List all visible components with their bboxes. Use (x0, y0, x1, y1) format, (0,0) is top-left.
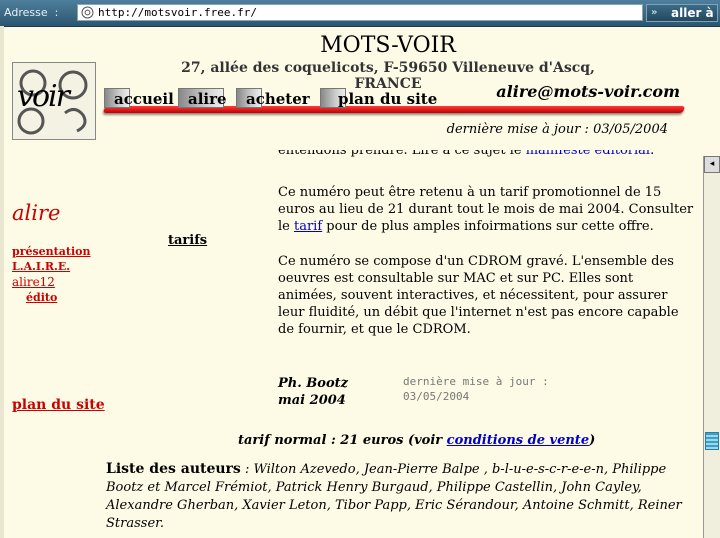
tarif-normal-line: tarif normal : 21 euros (voir conditions… (238, 433, 595, 448)
promo-text-b: pour de plus amples infoirmations sur ce… (322, 219, 654, 234)
vertical-scrollbar[interactable]: ◂ (703, 156, 720, 538)
nav-label: plan du site (338, 90, 438, 108)
page-icon (81, 6, 94, 19)
sidebar-link-alire12[interactable]: alire12 (12, 275, 55, 289)
sidebar-link-edito[interactable]: édito (26, 291, 57, 304)
nav-accueil[interactable]: accueil (104, 88, 174, 108)
scroll-up-arrow-icon[interactable]: ◂ (704, 156, 720, 173)
mots-voir-logo[interactable]: voir (12, 62, 96, 140)
sidebar-link-presentation[interactable]: présentation (12, 245, 90, 258)
nav-alire[interactable]: alire (178, 88, 234, 108)
go-arrow-icon: » (651, 7, 658, 18)
tarif-text-a: tarif normal : 21 euros (voir (238, 433, 447, 448)
clipped-text-end: . (650, 150, 655, 158)
authors-label: Liste des auteurs (106, 461, 241, 477)
clipped-text-line: entendons prendre. Lire à ce sujet le ma… (278, 150, 694, 159)
conditions-de-vente-link[interactable]: conditions de vente (447, 433, 589, 448)
web-page: MOTS-VOIR 27, allée des coquelicots, F-5… (0, 26, 702, 538)
go-button-label: aller à (671, 6, 714, 20)
nav-plan-du-site[interactable]: plan du site (320, 88, 440, 108)
go-button[interactable]: » aller à (646, 4, 718, 22)
nav-label: alire (188, 90, 227, 108)
nav-label: accueil (114, 90, 174, 108)
cdrom-paragraph: Ce numéro se compose d'un CDROM gravé. L… (278, 254, 679, 337)
sidebar-link-laire[interactable]: L.A.I.R.E. (12, 260, 70, 273)
sidebar-title: alire (12, 201, 61, 225)
tarif-link[interactable]: tarif (294, 219, 322, 234)
address-bar: Adresse : http://motsvoir.free.fr/ » all… (0, 0, 720, 27)
signature-date: mai 2004 (278, 393, 346, 408)
url-text: http://motsvoir.free.fr/ (98, 6, 257, 19)
signature-name: Ph. Bootz (278, 376, 348, 391)
address-label: Adresse : (4, 6, 59, 19)
updated-date: 03/05/2004 (403, 390, 470, 403)
site-title: MOTS-VOIR (320, 33, 456, 58)
url-input[interactable]: http://motsvoir.free.fr/ (77, 4, 643, 21)
nav-label: acheter (246, 90, 310, 108)
authors-list: Liste des auteurs : Wilton Azevedo, Jean… (106, 461, 696, 533)
header-last-updated: dernière mise à jour : 03/05/2004 (446, 122, 668, 137)
scroll-thumb[interactable] (705, 432, 719, 450)
clipped-text: entendons prendre. Lire à ce sujet le (278, 150, 526, 158)
updated-label: dernière mise à jour : (403, 375, 549, 388)
contact-email[interactable]: alire@mots-voir.com (490, 82, 680, 101)
tarif-text-b: ) (589, 433, 596, 448)
nav-acheter[interactable]: acheter (236, 88, 310, 108)
tarifs-link[interactable]: tarifs (168, 233, 207, 248)
logo-text: voir (17, 79, 70, 114)
scroll-track[interactable] (704, 173, 720, 177)
article-last-updated: dernière mise à jour : 03/05/2004 (403, 374, 603, 404)
sidebar-link-plan-du-site[interactable]: plan du site (12, 397, 105, 413)
promo-paragraph: Ce numéro peut être retenu à un tarif pr… (278, 184, 694, 235)
manifeste-link[interactable]: manifeste éditorial (526, 150, 650, 158)
